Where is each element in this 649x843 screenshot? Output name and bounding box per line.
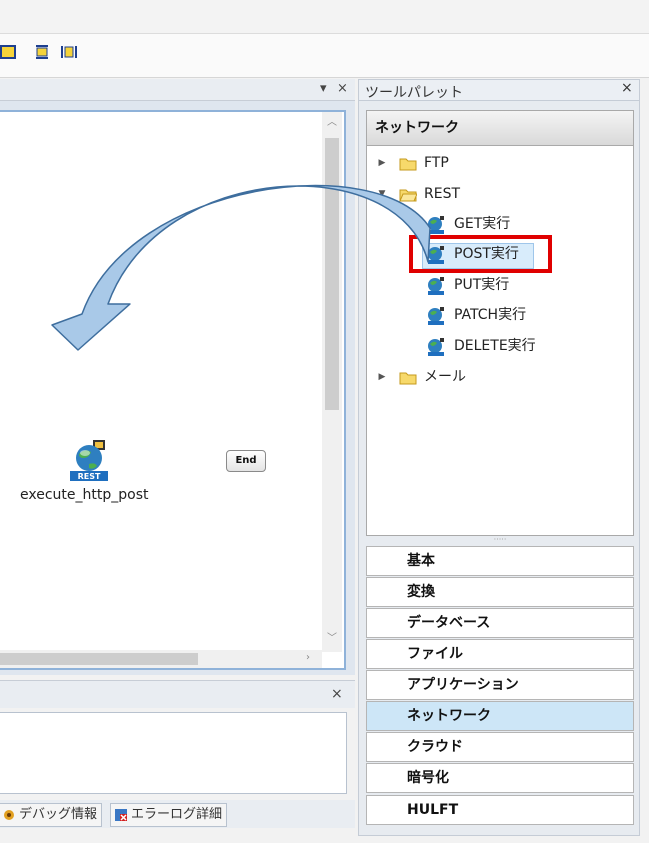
align-bottom-icon[interactable] bbox=[0, 44, 18, 60]
tree-item-patch[interactable]: PATCH実行 bbox=[426, 303, 606, 327]
canvas-vertical-scrollbar[interactable]: ︿ ﹀ bbox=[322, 112, 342, 652]
tree-folder-rest[interactable]: ▼ REST bbox=[377, 182, 577, 206]
tree-item-delete[interactable]: DELETE実行 bbox=[426, 334, 606, 358]
expand-icon[interactable]: ▶ bbox=[377, 151, 387, 175]
scroll-up-icon[interactable]: ︿ bbox=[326, 116, 338, 130]
category-encryption[interactable]: 暗号化 bbox=[366, 763, 634, 793]
designer-close-button[interactable]: × bbox=[337, 81, 348, 97]
bug-icon bbox=[2, 808, 16, 822]
palette-title: ツールパレット bbox=[365, 85, 463, 101]
window-top-strip bbox=[0, 0, 649, 34]
tree-folder-mail[interactable]: ▶ メール bbox=[377, 365, 577, 389]
node-label: execute_http_post bbox=[20, 487, 149, 503]
tree-folder-label: REST bbox=[424, 186, 461, 202]
error-log-icon bbox=[114, 808, 128, 822]
scroll-down-icon[interactable]: ﹀ bbox=[326, 632, 338, 646]
tab-debug-info-label: デバッグ情報 bbox=[19, 807, 98, 822]
log-titlebar: × bbox=[0, 680, 355, 708]
palette-section-header[interactable]: ネットワーク bbox=[366, 110, 634, 146]
category-network[interactable]: ネットワーク bbox=[366, 701, 634, 731]
rest-globe-icon[interactable]: REST bbox=[67, 440, 111, 482]
tree-item-get[interactable]: GET実行 bbox=[426, 212, 606, 236]
tree-folder-label: メール bbox=[424, 369, 466, 385]
folder-open-icon bbox=[399, 186, 418, 202]
tree-folder-ftp[interactable]: ▶ FTP bbox=[377, 151, 577, 175]
folder-icon bbox=[399, 155, 417, 171]
designer-titlebar: ▾ × bbox=[0, 79, 355, 101]
palette-header: ツールパレット × bbox=[358, 79, 640, 101]
log-close-button[interactable]: × bbox=[331, 686, 343, 702]
horizontal-scroll-thumb[interactable] bbox=[0, 653, 198, 665]
log-tab-bar: デバッグ情報 エラーログ詳細 bbox=[0, 800, 355, 828]
collapse-icon[interactable]: ▼ bbox=[377, 182, 387, 206]
rest-globe-icon bbox=[426, 215, 446, 235]
rest-globe-icon bbox=[426, 306, 446, 326]
vertical-scroll-thumb[interactable] bbox=[325, 138, 339, 410]
category-file[interactable]: ファイル bbox=[366, 639, 634, 669]
rest-globe-icon bbox=[426, 276, 446, 296]
log-content-area bbox=[0, 712, 347, 794]
canvas-horizontal-scrollbar[interactable]: › bbox=[0, 650, 322, 668]
tree-item-label: PUT実行 bbox=[454, 277, 510, 293]
category-application[interactable]: アプリケーション bbox=[366, 670, 634, 700]
tab-error-log-label: エラーログ詳細 bbox=[131, 807, 223, 822]
category-database[interactable]: データベース bbox=[366, 608, 634, 638]
rest-globe-icon bbox=[426, 337, 446, 357]
tab-error-log-detail[interactable]: エラーログ詳細 bbox=[110, 803, 228, 827]
same-height-icon[interactable] bbox=[33, 44, 51, 60]
palette-close-button[interactable]: × bbox=[621, 80, 633, 96]
highlight-box bbox=[409, 235, 552, 273]
scroll-right-icon[interactable]: › bbox=[306, 652, 310, 663]
end-node[interactable]: End bbox=[226, 450, 266, 472]
category-basic[interactable]: 基本 bbox=[366, 546, 634, 576]
tab-debug-info[interactable]: デバッグ情報 bbox=[0, 803, 103, 827]
flow-canvas[interactable] bbox=[0, 110, 346, 670]
svg-text:REST: REST bbox=[78, 472, 101, 481]
category-cloud[interactable]: クラウド bbox=[366, 732, 634, 762]
tree-item-label: GET実行 bbox=[454, 216, 511, 232]
expand-icon[interactable]: ▶ bbox=[377, 365, 387, 389]
designer-pin-button[interactable]: ▾ bbox=[320, 81, 327, 97]
tree-item-put[interactable]: PUT実行 bbox=[426, 273, 606, 297]
same-width-icon[interactable] bbox=[60, 44, 78, 60]
category-conversion[interactable]: 変換 bbox=[366, 577, 634, 607]
tree-item-label: PATCH実行 bbox=[454, 307, 527, 323]
toolbar bbox=[0, 34, 649, 78]
category-hulft[interactable]: HULFT bbox=[366, 795, 634, 825]
splitter-grip[interactable]: ····· bbox=[366, 536, 634, 546]
tree-folder-label: FTP bbox=[424, 155, 449, 171]
tree-item-label: DELETE実行 bbox=[454, 338, 536, 354]
folder-icon bbox=[399, 369, 417, 385]
